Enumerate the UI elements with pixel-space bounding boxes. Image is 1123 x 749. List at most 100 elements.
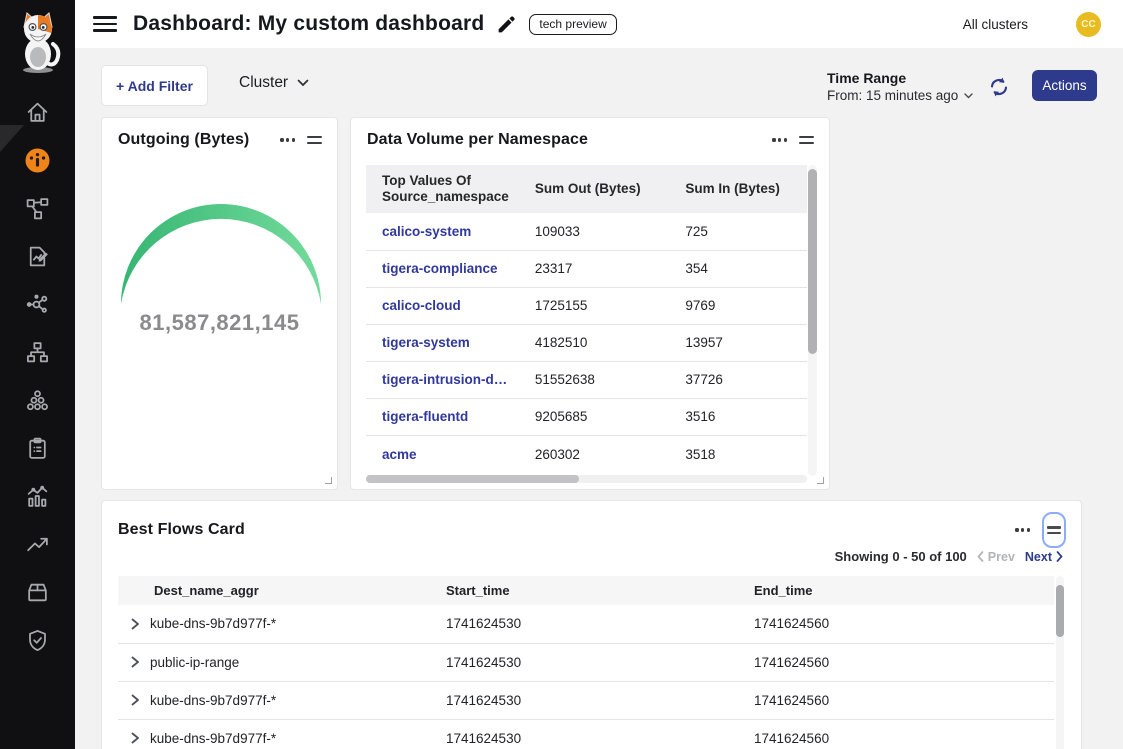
sum-in-value: 725	[669, 213, 807, 250]
dest-name: public-ip-range	[150, 655, 239, 670]
card-drag-handle-icon[interactable]	[307, 133, 322, 147]
end-time-value: 1741624560	[744, 605, 1054, 643]
sum-out-value: 260302	[519, 435, 670, 472]
expand-row-chevron-icon[interactable]	[128, 693, 142, 707]
end-time-value: 1741624560	[744, 719, 1054, 749]
chevron-left-icon	[977, 551, 984, 562]
start-time-value: 1741624530	[436, 643, 744, 681]
table-row: kube-dns-9b7d977f-* 17416245301741624560	[118, 605, 1054, 643]
refresh-icon[interactable]	[987, 75, 1011, 99]
outgoing-bytes-card: Outgoing (Bytes) 81,587,821,145	[101, 117, 338, 490]
sum-out-value: 4182510	[519, 324, 670, 361]
table-row: kube-dns-9b7d977f-*17416245301741624560	[118, 681, 1054, 719]
card-resize-handle[interactable]	[817, 477, 824, 484]
cluster-scope-selector[interactable]: All clusters	[963, 17, 1028, 32]
report-edit-icon[interactable]	[0, 232, 75, 280]
table-row: kube-dns-9b7d977f-* 17416245301741624560	[118, 719, 1054, 749]
table-row: tigera-compliance23317354	[366, 250, 807, 287]
card-menu-ellipsis-icon[interactable]	[772, 134, 787, 145]
table-row: tigera-system 418251013957	[366, 324, 807, 361]
column-header[interactable]: Top Values Of Source_namespace	[366, 165, 519, 213]
namespace-link[interactable]: tigera-intrusion-d…	[382, 372, 507, 387]
sum-in-value: 37726	[669, 361, 807, 398]
column-header[interactable]: Sum Out (Bytes)	[519, 165, 670, 213]
table-row: public-ip-range17416245301741624560	[118, 643, 1054, 681]
column-header[interactable]: Sum In (Bytes)	[669, 165, 807, 213]
vertical-scrollbar[interactable]	[1056, 576, 1064, 749]
table-row: tigera-fluentd92056853516	[366, 398, 807, 435]
edit-dashboard-pencil-icon[interactable]	[496, 14, 517, 35]
dest-name: kube-dns-9b7d977f-*	[150, 616, 276, 631]
trending-arrow-icon[interactable]	[0, 520, 75, 568]
card-drag-handle-icon-focused[interactable]	[1042, 512, 1066, 548]
page-title: Dashboard: My custom dashboard	[133, 12, 484, 36]
table-row: calico-cloud 17251559769	[366, 287, 807, 324]
sum-out-value: 1725155	[519, 287, 670, 324]
showing-count: Showing 0 - 50 of 100	[835, 549, 967, 564]
namespace-link[interactable]: calico-system	[382, 224, 471, 239]
flows-table: Dest_name_aggr Start_time End_time kube-…	[118, 576, 1054, 749]
card-menu-ellipsis-icon[interactable]	[280, 134, 295, 145]
namespace-link[interactable]: tigera-compliance	[382, 261, 498, 276]
sidebar	[0, 0, 75, 749]
gauge-chart	[118, 204, 324, 305]
column-header[interactable]: Start_time	[436, 576, 744, 605]
table-row: acme 2603023518	[366, 435, 807, 472]
namespace-link[interactable]: tigera-fluentd	[382, 409, 468, 424]
start-time-value: 1741624530	[436, 681, 744, 719]
expand-row-chevron-icon[interactable]	[128, 655, 142, 669]
sum-in-value: 3518	[669, 435, 807, 472]
sum-in-value: 354	[669, 250, 807, 287]
card-title: Outgoing (Bytes)	[118, 131, 249, 149]
vertical-scrollbar[interactable]	[808, 165, 817, 476]
cluster-filter-dropdown[interactable]: Cluster	[239, 74, 309, 92]
clipboard-icon[interactable]	[0, 424, 75, 472]
actions-button[interactable]: Actions	[1032, 70, 1097, 101]
chevron-right-icon	[1056, 551, 1063, 562]
expand-row-chevron-icon[interactable]	[128, 731, 142, 745]
column-header[interactable]: Dest_name_aggr	[118, 576, 436, 605]
dest-name: kube-dns-9b7d977f-*	[150, 693, 276, 708]
time-range-label: Time Range	[827, 70, 973, 86]
horizontal-scrollbar[interactable]	[366, 475, 807, 483]
dashboards-gauge-icon[interactable]	[0, 136, 75, 184]
add-filter-button[interactable]: + Add Filter	[101, 65, 208, 106]
tech-preview-badge: tech preview	[529, 14, 616, 35]
shield-check-icon[interactable]	[0, 616, 75, 664]
service-graph-icon[interactable]	[0, 184, 75, 232]
table-row: tigera-intrusion-d… 5155263837726	[366, 361, 807, 398]
start-time-value: 1741624530	[436, 719, 744, 749]
sum-in-value: 3516	[669, 398, 807, 435]
column-header[interactable]: End_time	[744, 576, 1054, 605]
cluster-filter-label: Cluster	[239, 74, 288, 92]
sum-in-value: 9769	[669, 287, 807, 324]
sidebar-nav	[0, 88, 75, 664]
bar-chart-icon[interactable]	[0, 472, 75, 520]
next-page-button[interactable]: Next	[1025, 550, 1063, 564]
topbar: Dashboard: My custom dashboard tech prev…	[75, 0, 1123, 48]
hamburger-menu-icon[interactable]	[93, 16, 117, 32]
namespace-link[interactable]: acme	[382, 447, 417, 462]
card-drag-handle-icon[interactable]	[799, 133, 814, 147]
card-menu-ellipsis-icon[interactable]	[1015, 524, 1030, 535]
namespace-link[interactable]: tigera-system	[382, 335, 470, 350]
calico-cat-logo[interactable]	[13, 10, 63, 74]
expand-row-chevron-icon[interactable]	[128, 617, 142, 631]
hierarchy-icon[interactable]	[0, 328, 75, 376]
prev-page-button[interactable]: Prev	[977, 550, 1015, 564]
storage-box-icon[interactable]	[0, 568, 75, 616]
home-icon[interactable]	[0, 88, 75, 136]
card-resize-handle[interactable]	[325, 477, 332, 484]
cluster-nodes-icon[interactable]	[0, 376, 75, 424]
dest-name: kube-dns-9b7d977f-*	[150, 731, 276, 746]
connections-icon[interactable]	[0, 280, 75, 328]
start-time-value: 1741624530	[436, 605, 744, 643]
sum-out-value: 109033	[519, 213, 670, 250]
time-range-selector[interactable]: From: 15 minutes ago	[827, 88, 973, 103]
sum-in-value: 13957	[669, 324, 807, 361]
data-volume-card: Data Volume per Namespace Top Values Of …	[350, 117, 830, 490]
gauge-value: 81,587,821,145	[102, 310, 337, 336]
avatar[interactable]: CC	[1076, 12, 1101, 37]
sum-out-value: 51552638	[519, 361, 670, 398]
namespace-link[interactable]: calico-cloud	[382, 298, 461, 313]
